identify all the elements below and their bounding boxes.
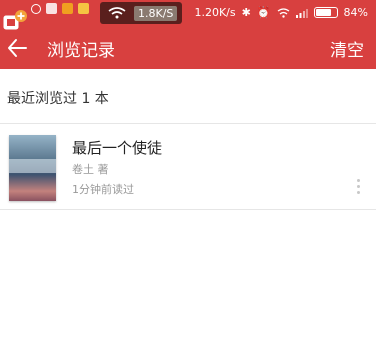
page-title: 浏览记录 xyxy=(47,41,115,61)
download-speed: 1.8K/S xyxy=(134,5,178,21)
status-bar: 1.8K/S 1.20K/s ✱ ⏰ 84% xyxy=(0,0,376,27)
wifi-icon xyxy=(108,7,126,19)
battery-icon xyxy=(313,7,338,18)
more-options-icon[interactable] xyxy=(357,179,361,197)
signal-icon xyxy=(295,8,308,18)
alarm-icon: ⏰ xyxy=(256,6,271,19)
network-speed-pill: 1.8K/S xyxy=(100,2,182,24)
wifi-icon xyxy=(277,7,289,18)
back-arrow-icon[interactable] xyxy=(6,37,28,59)
status-right-icons: 1.20K/s ✱ ⏰ 84% xyxy=(194,6,368,19)
net-speed-text: 1.20K/s xyxy=(194,6,236,19)
clear-button[interactable]: 清空 xyxy=(330,36,364,61)
list-item[interactable]: 最后一个使徒 卷土 著 1分钟前读过 xyxy=(0,124,376,210)
battery-percent: 84% xyxy=(343,6,368,19)
app-bar: 浏览记录 清空 xyxy=(0,27,376,69)
battery-fill xyxy=(315,9,331,16)
book-title: 最后一个使徒 xyxy=(72,139,163,157)
recent-count-title: 最近浏览过 1 本 xyxy=(7,91,109,107)
app-icon xyxy=(62,3,73,14)
app-icon xyxy=(46,3,57,14)
section-header: 最近浏览过 1 本 xyxy=(0,69,376,124)
app-icon xyxy=(78,3,89,14)
book-read-time: 1分钟前读过 xyxy=(72,183,134,196)
book-cover xyxy=(9,135,56,201)
floating-add-icon[interactable] xyxy=(3,10,29,32)
bluetooth-icon: ✱ xyxy=(241,6,251,19)
book-author: 卷土 著 xyxy=(72,163,109,176)
app-icon xyxy=(31,3,41,14)
